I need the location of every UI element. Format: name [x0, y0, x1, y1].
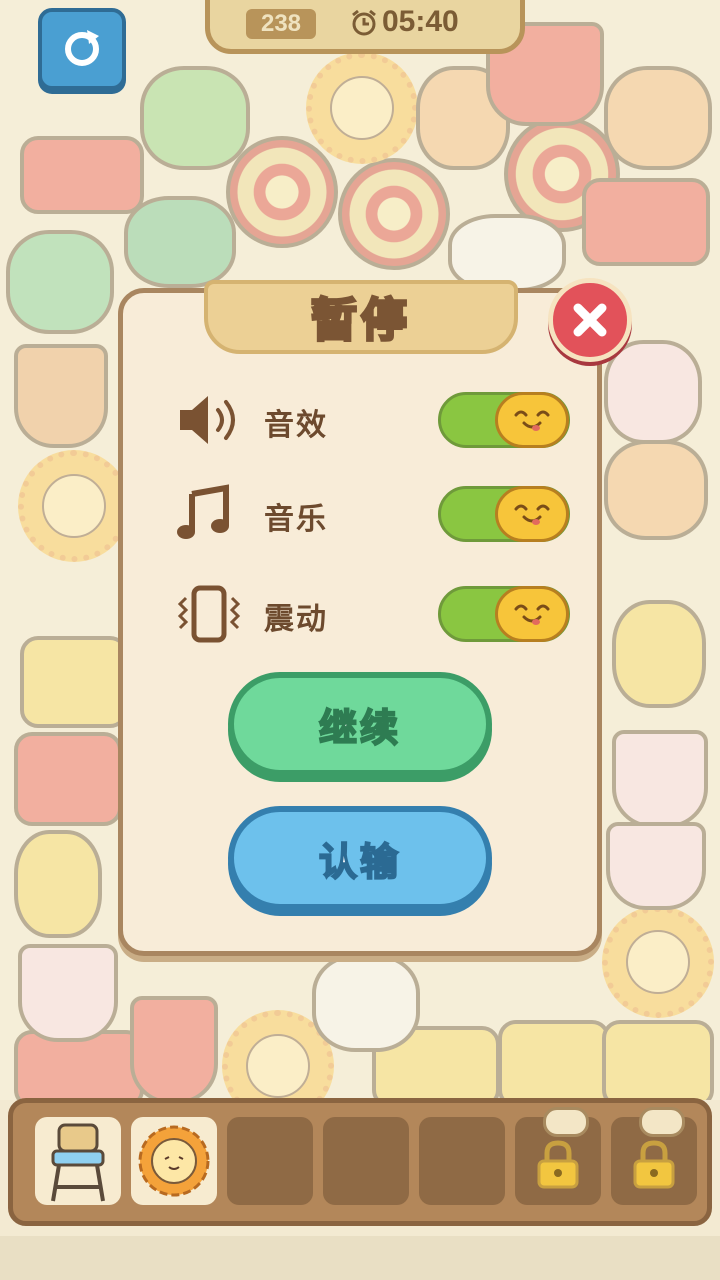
sound-toggle[interactable]: [438, 392, 570, 448]
level-timer-panel: 238 05:40: [205, 0, 525, 54]
timer-text: 05:40: [382, 5, 459, 38]
toggle-knob: [495, 586, 569, 642]
vibrate-icon: [177, 585, 241, 643]
tray-slot[interactable]: [35, 1117, 121, 1205]
video-ad-badge: [639, 1107, 685, 1137]
refresh-icon: [65, 30, 99, 66]
item-tray: [8, 1098, 712, 1226]
music-note-icon: [177, 484, 229, 539]
setting-label-sound: 音效: [264, 408, 328, 443]
smiley-icon: [514, 504, 550, 525]
continue-button[interactable]: 继续: [228, 672, 492, 776]
setting-row-music: 音乐: [174, 484, 574, 544]
give-up-button[interactable]: 认输: [228, 806, 492, 910]
vibrate-toggle[interactable]: [438, 586, 570, 642]
tray-slot[interactable]: [131, 1117, 217, 1205]
level-number: 238: [246, 9, 316, 39]
lock-icon: [633, 1140, 675, 1189]
high-chair-item: [51, 1123, 105, 1202]
setting-row-sound: 音效: [174, 390, 574, 450]
refresh-button[interactable]: [38, 8, 126, 90]
tray-slot-locked[interactable]: [515, 1107, 601, 1205]
setting-label-music: 音乐: [264, 502, 328, 537]
lock-icon: [537, 1140, 579, 1189]
tray-slot-locked[interactable]: [611, 1107, 697, 1205]
toggle-knob: [495, 486, 569, 542]
dialog-title: 暂停: [310, 292, 411, 349]
alarm-clock-icon: [352, 9, 376, 36]
setting-row-vibrate: 震动: [174, 584, 574, 644]
sunflower-item: [138, 1125, 210, 1197]
tray-slot[interactable]: [323, 1117, 409, 1205]
bottom-floor: [0, 1236, 720, 1280]
video-ad-badge: [543, 1107, 589, 1137]
speaker-icon: [180, 396, 235, 444]
setting-label-vibrate: 震动: [264, 602, 328, 637]
close-icon: [573, 303, 607, 337]
tray-slot[interactable]: [227, 1117, 313, 1205]
music-toggle[interactable]: [438, 486, 570, 542]
smiley-icon: [514, 604, 550, 625]
close-button[interactable]: [548, 278, 632, 362]
dialog-title-tab: 暂停: [204, 280, 518, 354]
smiley-icon: [514, 410, 550, 431]
tray-slot[interactable]: [419, 1117, 505, 1205]
toggle-knob: [495, 392, 569, 448]
